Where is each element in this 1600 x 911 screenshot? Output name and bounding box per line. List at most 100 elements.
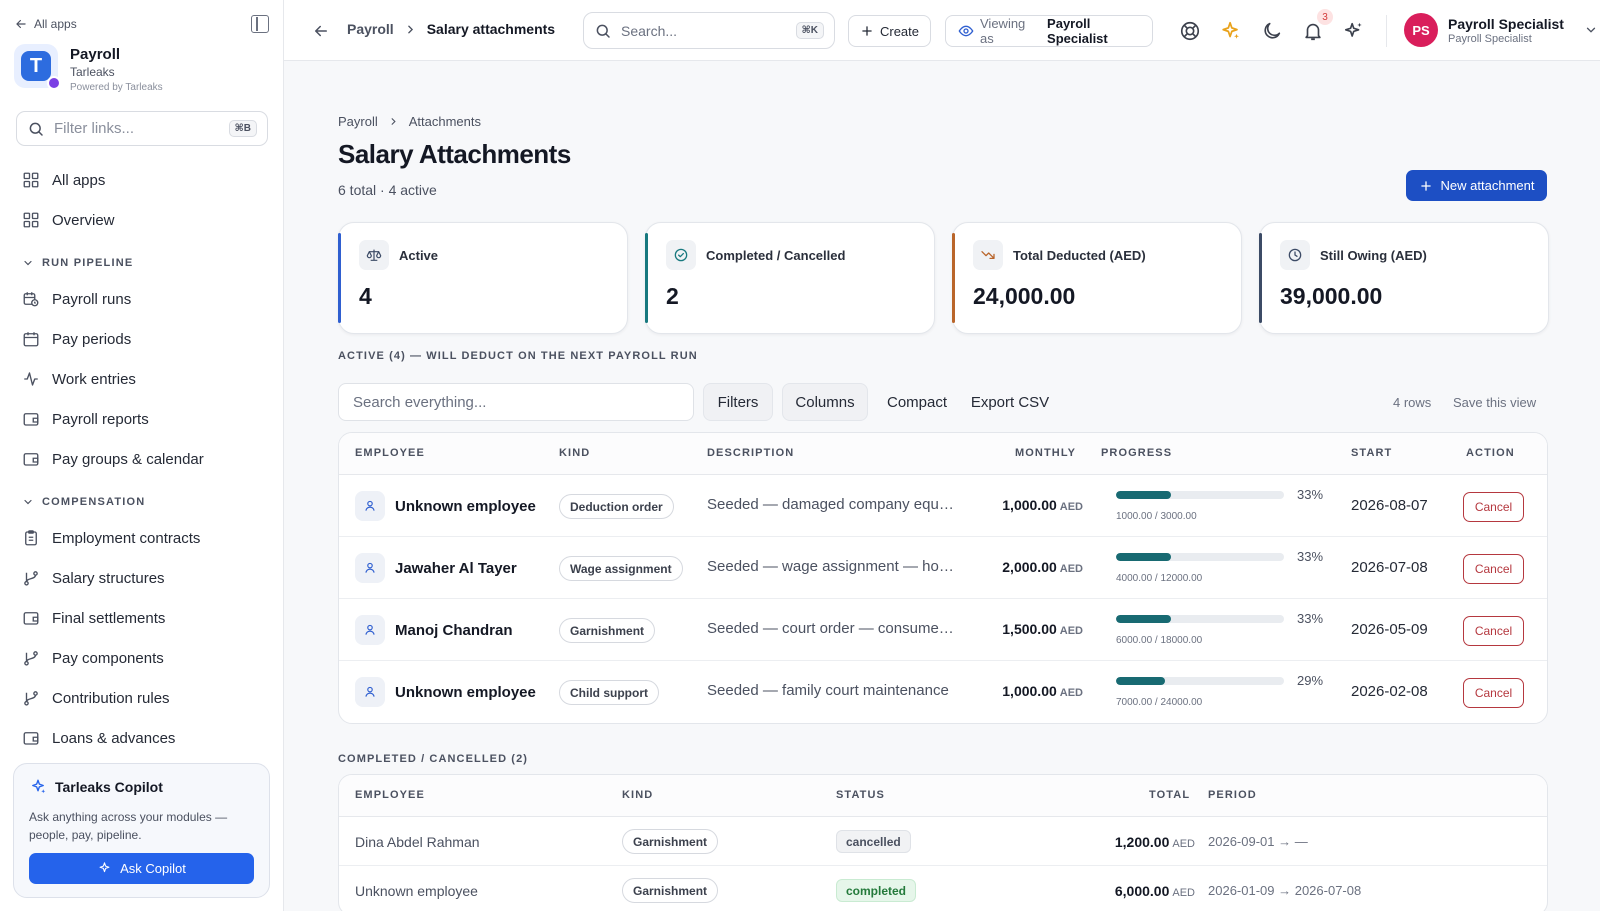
help-lifebuoy-icon[interactable] (1179, 20, 1201, 42)
sidebar-item-final-settlements[interactable]: Final settlements (0, 598, 283, 638)
user-menu[interactable]: PS Payroll Specialist Payroll Specialist (1404, 13, 1598, 47)
sidebar-item-pay-groups[interactable]: Pay groups & calendar (0, 439, 283, 479)
table-row[interactable]: Unknown employee Garnishment completed 6… (339, 866, 1547, 911)
employee-name[interactable]: Unknown employee (395, 498, 536, 515)
employee-name[interactable]: Unknown employee (395, 684, 536, 701)
stat-header: Total Deducted (AED) (973, 240, 1146, 270)
progress-fill (1116, 553, 1172, 561)
export-csv-button[interactable]: Export CSV (966, 383, 1054, 421)
back-arrow-icon[interactable] (312, 22, 330, 40)
cancel-button[interactable]: Cancel (1463, 678, 1524, 708)
col-total[interactable]: TOTAL (1149, 789, 1190, 801)
eye-icon (958, 25, 974, 37)
progress-bar (1116, 491, 1284, 499)
col-start[interactable]: START (1351, 447, 1392, 459)
branch-icon (24, 651, 38, 666)
kind-badge: Wage assignment (559, 556, 683, 581)
filter-links-input[interactable]: Filter links... ⌘B (16, 111, 268, 146)
col-kind[interactable]: KIND (622, 789, 653, 801)
all-apps-back-link[interactable]: All apps (14, 17, 77, 31)
wallet-icon (23, 732, 39, 745)
table-search-input[interactable]: Search everything... (338, 383, 694, 421)
ask-copilot-label: Ask Copilot (120, 861, 186, 876)
table-row[interactable]: Unknown employee Deduction order Seeded … (339, 475, 1547, 537)
moon-icon[interactable] (1261, 20, 1283, 42)
employee-name[interactable]: Jawaher Al Tayer (395, 560, 517, 577)
page-breadcrumb-payroll[interactable]: Payroll (338, 114, 378, 129)
nav-section-compensation[interactable]: COMPENSATION (0, 479, 283, 518)
sidebar-item-loans-advances[interactable]: Loans & advances (0, 718, 283, 758)
progress: 33% 1000.00 / 3000.00 (1116, 487, 1323, 522)
new-attachment-button[interactable]: New attachment (1406, 170, 1547, 201)
calendar-clock-icon (23, 292, 39, 307)
main-content: Payroll Attachments Salary Attachments 6… (284, 61, 1600, 911)
global-search-input[interactable]: Search... ⌘K (583, 12, 835, 49)
sidebar-item-all-apps[interactable]: All apps (0, 160, 283, 200)
sidebar-item-payroll-runs[interactable]: Payroll runs (0, 279, 283, 319)
col-employee[interactable]: EMPLOYEE (355, 789, 425, 801)
table-row[interactable]: Unknown employee Child support Seeded — … (339, 661, 1547, 723)
compact-button[interactable]: Compact (877, 383, 957, 421)
chevron-down-icon (24, 499, 32, 504)
progress-amounts: 6000.00 / 18000.00 (1116, 635, 1203, 646)
col-status[interactable]: STATUS (836, 789, 885, 801)
sidebar-item-pay-periods[interactable]: Pay periods (0, 319, 283, 359)
breadcrumb-payroll[interactable]: Payroll (347, 21, 394, 37)
sidebar-item-label: Loans & advances (52, 729, 176, 747)
currency: AED (1059, 501, 1083, 513)
employee-name[interactable]: Dina Abdel Rahman (355, 834, 480, 850)
user-role: Payroll Specialist (1448, 32, 1532, 45)
currency: AED (1172, 887, 1195, 899)
sparkles-icon (32, 779, 46, 794)
page-breadcrumb-current: Attachments (408, 114, 482, 129)
col-description[interactable]: DESCRIPTION (707, 447, 794, 459)
progress-percent: 33% (1297, 549, 1324, 564)
sidebar-item-label: Pay components (52, 649, 164, 667)
employee-name[interactable]: Manoj Chandran (395, 622, 513, 639)
table-row[interactable]: Manoj Chandran Garnishment Seeded — cour… (339, 599, 1547, 661)
progress-fill (1116, 615, 1172, 623)
sidebar-item-pay-components[interactable]: Pay components (0, 638, 283, 678)
sidebar-item-overview[interactable]: Overview (0, 200, 283, 240)
sidebar-item-salary-structures[interactable]: Salary structures (0, 558, 283, 598)
create-button[interactable]: Create (848, 15, 931, 47)
rows-count: 4 rows (1393, 395, 1432, 410)
cancel-button[interactable]: Cancel (1463, 554, 1524, 584)
stat-label: Total Deducted (AED) (1013, 247, 1146, 263)
avatar: PS (1404, 13, 1438, 47)
table-header: EMPLOYEE KIND STATUS TOTAL PERIOD (339, 775, 1547, 817)
sidebar-item-employment-contracts[interactable]: Employment contracts (0, 518, 283, 558)
sidebar-collapse-icon[interactable] (251, 15, 269, 33)
stat-header: Active (359, 240, 438, 270)
table-row[interactable]: Dina Abdel Rahman Garnishment cancelled … (339, 817, 1547, 866)
create-label: Create (879, 23, 920, 39)
ai-sparkles-icon[interactable] (1343, 20, 1365, 42)
col-progress[interactable]: PROGRESS (1101, 447, 1172, 459)
filters-button[interactable]: Filters (703, 383, 773, 421)
calendar-icon (23, 332, 39, 347)
col-period[interactable]: PERIOD (1208, 789, 1257, 801)
nav-section-run-pipeline[interactable]: RUN PIPELINE (0, 240, 283, 279)
employee-name[interactable]: Unknown employee (355, 883, 478, 899)
sidebar-item-work-entries[interactable]: Work entries (0, 359, 283, 399)
kind-badge: Garnishment (622, 829, 719, 854)
table-row[interactable]: Jawaher Al Tayer Wage assignment Seeded … (339, 537, 1547, 599)
sidebar-item-payroll-reports[interactable]: Payroll reports (0, 399, 283, 439)
ask-copilot-button[interactable]: Ask Copilot (29, 853, 254, 884)
monthly-value: 1,000.00 (1002, 683, 1057, 699)
sidebar-item-contribution-rules[interactable]: Contribution rules (0, 678, 283, 718)
sidebar-item-label: Employment contracts (52, 529, 201, 547)
sparkle-highlight-icon[interactable] (1220, 20, 1242, 42)
col-employee[interactable]: EMPLOYEE (355, 447, 425, 459)
monthly-amount: 1,000.00 AED (1002, 683, 1083, 699)
columns-button[interactable]: Columns (782, 383, 868, 421)
stat-header: Still Owing (AED) (1280, 240, 1427, 270)
col-kind[interactable]: KIND (559, 447, 590, 459)
viewing-as-button[interactable]: Viewing as Payroll Specialist (945, 15, 1153, 47)
cancel-button[interactable]: Cancel (1463, 616, 1524, 646)
sidebar-item-label: Work entries (52, 370, 136, 388)
sidebar-nav: All apps Overview RUN PIPELINE Payroll r… (0, 160, 283, 758)
cancel-button[interactable]: Cancel (1463, 492, 1524, 522)
save-view-button[interactable]: Save this view (1453, 395, 1536, 410)
col-monthly[interactable]: MONTHLY (1015, 447, 1076, 459)
